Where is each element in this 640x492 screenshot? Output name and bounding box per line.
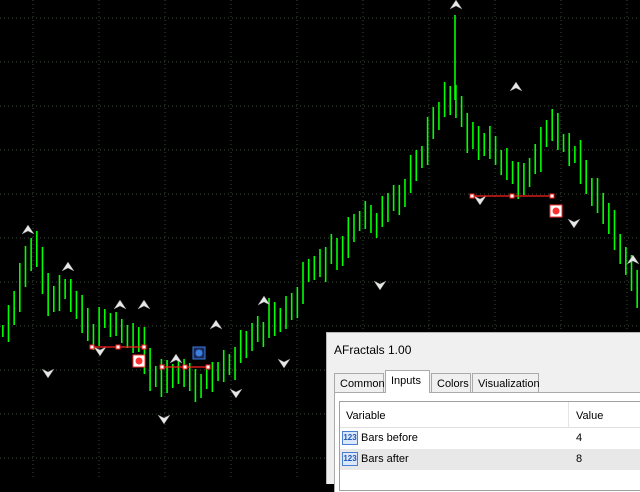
fractal-up-arrow bbox=[257, 295, 271, 306]
fractal-down-arrow bbox=[229, 388, 243, 399]
fractal-up-arrow bbox=[509, 81, 523, 92]
tab-inputs[interactable]: Inputs bbox=[385, 370, 430, 393]
fractal-up-arrow bbox=[209, 319, 223, 330]
level-point bbox=[205, 364, 211, 370]
fractal-up-arrow bbox=[626, 254, 640, 265]
level-point bbox=[115, 344, 121, 350]
buy-signal-dot bbox=[195, 349, 203, 357]
variable-value[interactable]: 4 bbox=[576, 432, 582, 444]
level-point bbox=[469, 193, 475, 199]
column-header-variable[interactable]: Variable bbox=[346, 410, 386, 422]
sell-signal-dot bbox=[135, 357, 143, 365]
table-row[interactable]: 123 Bars after 8 bbox=[340, 449, 640, 470]
indicator-properties-dialog: AFractals 1.00 Common Inputs Colors Visu… bbox=[326, 332, 640, 492]
level-point bbox=[509, 193, 515, 199]
column-divider[interactable] bbox=[568, 402, 569, 427]
fractal-down-arrow bbox=[277, 358, 291, 369]
tab-colors[interactable]: Colors bbox=[431, 373, 471, 392]
tab-common[interactable]: Common bbox=[334, 373, 385, 392]
tab-visualization[interactable]: Visualization bbox=[472, 373, 540, 392]
fractal-up-arrow bbox=[21, 224, 35, 235]
fractal-up-arrow bbox=[137, 299, 151, 310]
dialog-title: AFractals 1.00 bbox=[334, 343, 412, 357]
column-header-value[interactable]: Value bbox=[576, 410, 603, 422]
fractal-down-arrow bbox=[157, 414, 171, 425]
fractal-down-arrow bbox=[93, 346, 107, 357]
variable-value[interactable]: 8 bbox=[576, 453, 582, 465]
inputs-table: Variable Value 123 Bars before 4 123 Bar… bbox=[339, 401, 640, 491]
sell-signal-dot bbox=[552, 207, 560, 215]
fractal-up-arrow bbox=[61, 261, 75, 272]
fractal-down-arrow bbox=[567, 218, 581, 229]
level-point bbox=[141, 344, 147, 350]
table-row[interactable]: 123 Bars before 4 bbox=[340, 428, 640, 449]
fractal-up-arrow bbox=[113, 299, 127, 310]
fractal-down-arrow bbox=[473, 195, 487, 206]
variable-name: Bars after bbox=[361, 453, 409, 465]
level-point bbox=[549, 193, 555, 199]
integer-type-icon: 123 bbox=[342, 452, 358, 466]
level-point bbox=[182, 364, 188, 370]
fractal-up-arrow bbox=[449, 0, 463, 10]
level-point bbox=[89, 344, 95, 350]
variable-name: Bars before bbox=[361, 432, 418, 444]
level-point bbox=[159, 364, 165, 370]
integer-type-icon: 123 bbox=[342, 431, 358, 445]
table-header: Variable Value bbox=[340, 402, 640, 428]
fractal-up-arrow bbox=[169, 353, 183, 364]
